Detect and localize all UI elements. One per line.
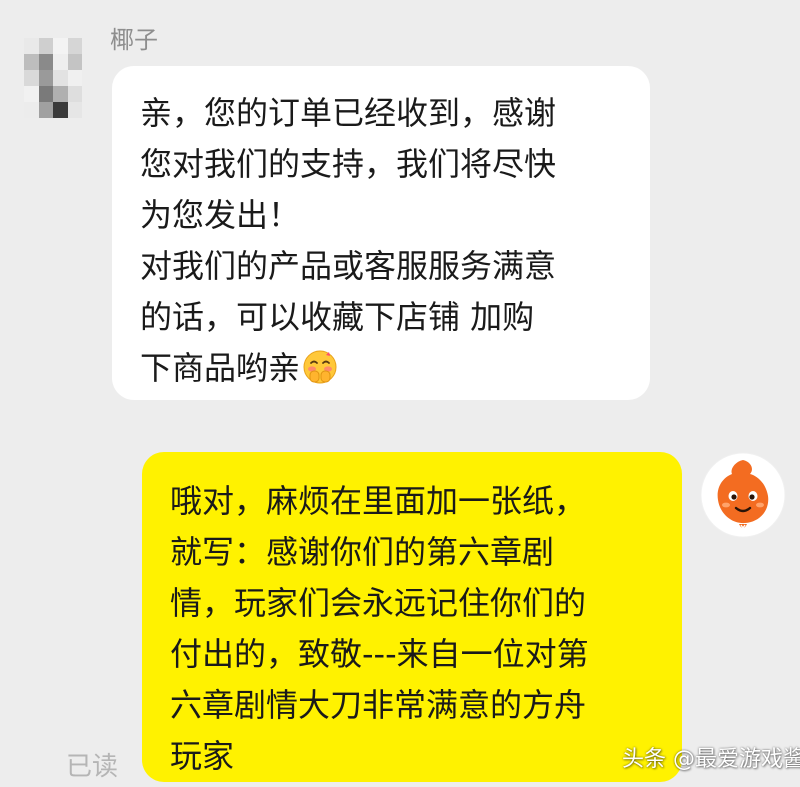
received-message-bubble[interactable]: 亲，您的订单已经收到，感谢 您对我们的支持，我们将尽快 为您发出！ 对我们的产品… — [112, 66, 650, 400]
read-status-label: 已读 — [66, 752, 119, 782]
message-line: 哦对，麻烦在里面加一张纸， — [170, 482, 587, 520]
mascot-avatar-icon — [700, 452, 786, 538]
message-line: 亲，您的订单已经收到，感谢 — [140, 94, 557, 132]
sender-name: 椰子 — [110, 26, 158, 54]
sent-message-text: 哦对，麻烦在里面加一张纸， 就写：感谢你们的第六章剧 情，玩家们会永远记住你们的… — [170, 476, 660, 782]
contact-avatar[interactable] — [24, 38, 82, 118]
message-line: 六章剧情大刀非常满意的方舟 — [170, 686, 587, 724]
message-line: 玩家 — [170, 737, 235, 775]
message-line: 下商品哟亲 — [140, 349, 301, 387]
message-line-last: 下商品哟亲 — [140, 343, 626, 394]
message-line: 您对我们的支持，我们将尽快 — [140, 145, 557, 183]
user-avatar[interactable] — [700, 452, 786, 538]
blush-face-icon — [302, 349, 338, 385]
sent-message-bubble[interactable]: 哦对，麻烦在里面加一张纸， 就写：感谢你们的第六章剧 情，玩家们会永远记住你们的… — [142, 452, 682, 782]
message-line: 就写：感谢你们的第六章剧 — [170, 533, 555, 571]
message-line: 付出的，致敬---来自一位对第 — [170, 635, 589, 673]
message-line: 情，玩家们会永远记住你们的 — [170, 584, 587, 622]
message-line: 为您发出！ — [140, 196, 301, 234]
received-message-text: 亲，您的订单已经收到，感谢 您对我们的支持，我们将尽快 为您发出！ 对我们的产品… — [140, 88, 626, 394]
watermark-text: 头条 @最爱游戏酱 — [622, 747, 800, 772]
message-line: 的话，可以收藏下店铺 加购 — [140, 298, 535, 336]
message-line: 对我们的产品或客服服务满意 — [140, 247, 557, 285]
